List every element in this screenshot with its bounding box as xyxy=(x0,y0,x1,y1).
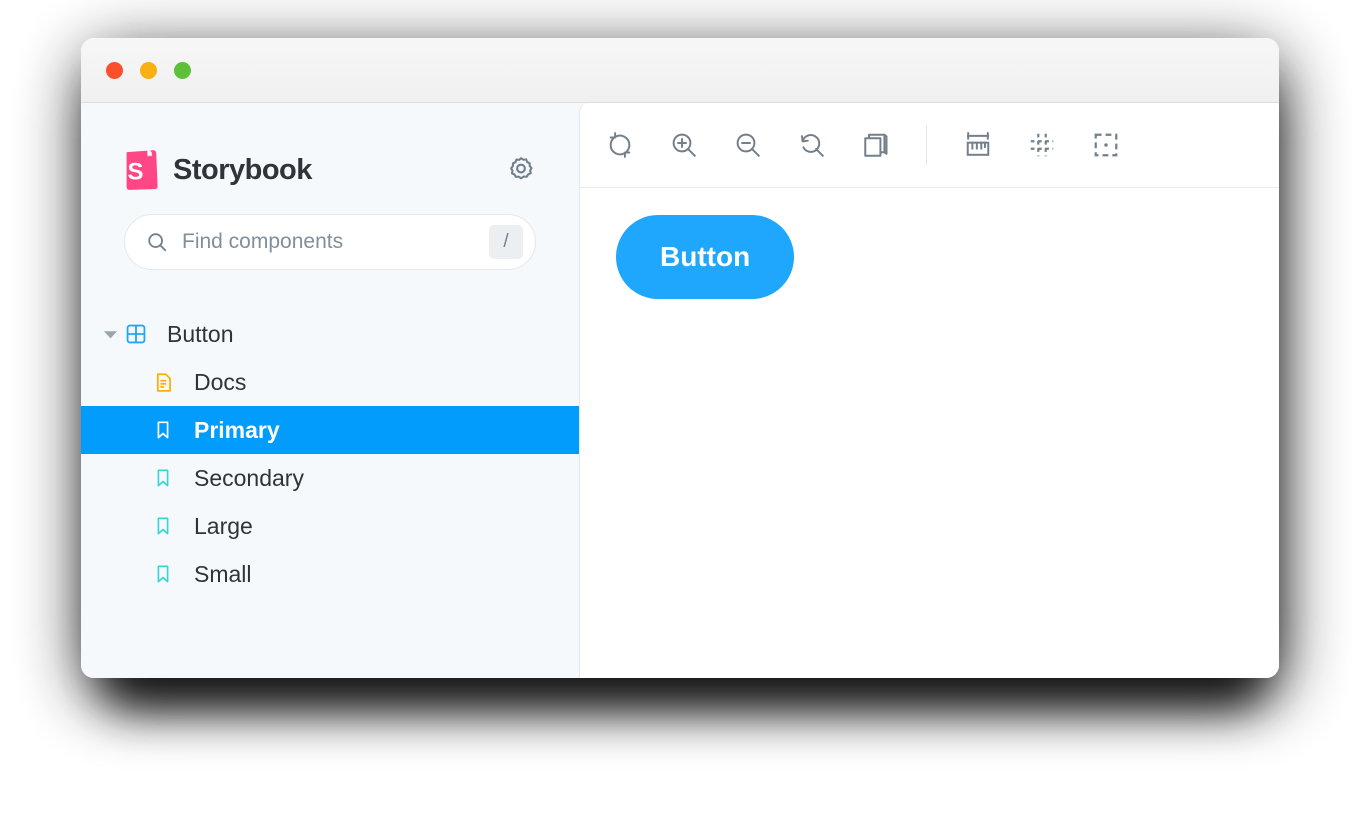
change-background-icon[interactable] xyxy=(853,122,899,168)
component-grid-icon xyxy=(123,323,149,345)
search-shortcut-badge: / xyxy=(489,225,523,259)
tree-item-label: Secondary xyxy=(194,464,304,491)
search-box[interactable]: / xyxy=(124,214,536,270)
tree-item-label: Large xyxy=(194,512,253,539)
toolbar-divider xyxy=(926,125,927,165)
bookmark-icon xyxy=(150,564,176,584)
document-icon xyxy=(150,372,176,393)
tree-item-secondary[interactable]: Secondary xyxy=(81,454,579,502)
story-canvas: Button xyxy=(580,188,1279,678)
close-window-button[interactable] xyxy=(106,61,123,79)
preview-pane: Button xyxy=(579,103,1279,678)
gear-icon[interactable] xyxy=(504,153,538,187)
screenshot-stage: S Storybook Find components / Button Doc… xyxy=(0,0,1360,820)
component-tree: Button Docs Primary Secondary Large Smal… xyxy=(81,310,579,678)
bookmark-icon xyxy=(150,516,176,536)
tree-item-label: Small xyxy=(194,560,252,587)
zoom-out-icon[interactable] xyxy=(725,122,771,168)
tree-item-button[interactable]: Button xyxy=(81,310,579,358)
zoom-in-icon[interactable] xyxy=(661,122,707,168)
tree-item-label: Docs xyxy=(194,368,247,395)
tree-item-label: Button xyxy=(167,320,234,347)
tree-item-docs[interactable]: Docs xyxy=(81,358,579,406)
maximize-window-button[interactable] xyxy=(174,61,191,79)
remount-icon[interactable] xyxy=(597,122,643,168)
tree-item-large[interactable]: Large xyxy=(81,502,579,550)
window-titlebar xyxy=(81,38,1279,103)
story-button[interactable]: Button xyxy=(616,215,795,299)
svg-text:S: S xyxy=(127,159,143,186)
measure-icon[interactable] xyxy=(955,122,1001,168)
traffic-lights xyxy=(106,61,191,79)
brand-title: Storybook xyxy=(173,153,312,186)
search-icon xyxy=(146,231,168,253)
sidebar-header: S Storybook xyxy=(81,103,579,190)
bookmark-icon xyxy=(150,420,176,440)
storybook-app: S Storybook Find components / Button Doc… xyxy=(81,103,1279,678)
search-input[interactable] xyxy=(182,230,475,254)
preview-toolbar xyxy=(580,103,1279,188)
tree-item-small[interactable]: Small xyxy=(81,550,579,598)
outline-icon[interactable] xyxy=(1083,122,1129,168)
bookmark-icon xyxy=(150,468,176,488)
grid-icon[interactable] xyxy=(1019,122,1065,168)
sidebar: S Storybook Find components / Button Doc… xyxy=(81,103,579,678)
brand[interactable]: S Storybook xyxy=(124,150,312,190)
search-container: / xyxy=(81,190,579,270)
minimize-window-button[interactable] xyxy=(140,61,157,79)
tree-item-label: Primary xyxy=(194,416,280,443)
storybook-logo-icon: S xyxy=(124,150,158,190)
tree-item-primary[interactable]: Primary xyxy=(81,406,579,454)
browser-window: S Storybook Find components / Button Doc… xyxy=(81,38,1279,678)
chevron-down-icon[interactable] xyxy=(97,328,123,341)
zoom-reset-icon[interactable] xyxy=(789,122,835,168)
